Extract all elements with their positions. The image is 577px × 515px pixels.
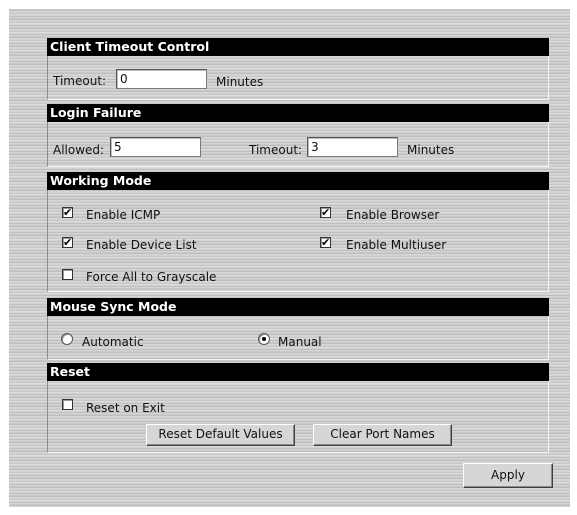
reset-section <box>47 381 549 453</box>
enable-device-list-checkbox[interactable]: ✔ <box>62 237 73 248</box>
login-allowed-input[interactable] <box>110 137 201 157</box>
enable-multiuser-label: Enable Multiuser <box>346 238 447 252</box>
client-timeout-label: Timeout: <box>53 74 107 88</box>
login-timeout-input[interactable] <box>307 137 398 157</box>
mouse-sync-header: Mouse Sync Mode <box>47 298 549 316</box>
radio-dot <box>262 337 266 341</box>
apply-button[interactable]: Apply <box>463 463 553 488</box>
client-timeout-header: Client Timeout Control <box>47 38 549 56</box>
enable-icmp-checkbox[interactable]: ✔ <box>62 207 73 218</box>
login-timeout-units: Minutes <box>407 143 455 157</box>
reset-default-values-button[interactable]: Reset Default Values <box>146 424 295 446</box>
manual-label: Manual <box>278 335 322 349</box>
working-mode-header: Working Mode <box>47 172 549 190</box>
reset-on-exit-checkbox[interactable] <box>62 399 73 410</box>
automatic-radio[interactable] <box>61 333 73 345</box>
reset-header: Reset <box>47 363 549 381</box>
force-grayscale-label: Force All to Grayscale <box>86 270 217 284</box>
login-allowed-label: Allowed: <box>53 143 105 157</box>
enable-multiuser-checkbox[interactable]: ✔ <box>320 237 331 248</box>
manual-radio[interactable] <box>258 333 270 345</box>
enable-browser-checkbox[interactable]: ✔ <box>320 207 331 218</box>
login-timeout-label: Timeout: <box>249 143 303 157</box>
login-failure-header: Login Failure <box>47 104 549 122</box>
force-grayscale-checkbox[interactable] <box>62 269 73 280</box>
client-timeout-units: Minutes <box>216 75 264 89</box>
clear-port-names-button[interactable]: Clear Port Names <box>313 424 452 446</box>
automatic-label: Automatic <box>82 335 144 349</box>
client-timeout-input[interactable] <box>116 69 207 89</box>
enable-device-list-label: Enable Device List <box>86 238 197 252</box>
enable-icmp-label: Enable ICMP <box>86 208 161 222</box>
enable-browser-label: Enable Browser <box>346 208 440 222</box>
reset-on-exit-label: Reset on Exit <box>86 401 165 415</box>
